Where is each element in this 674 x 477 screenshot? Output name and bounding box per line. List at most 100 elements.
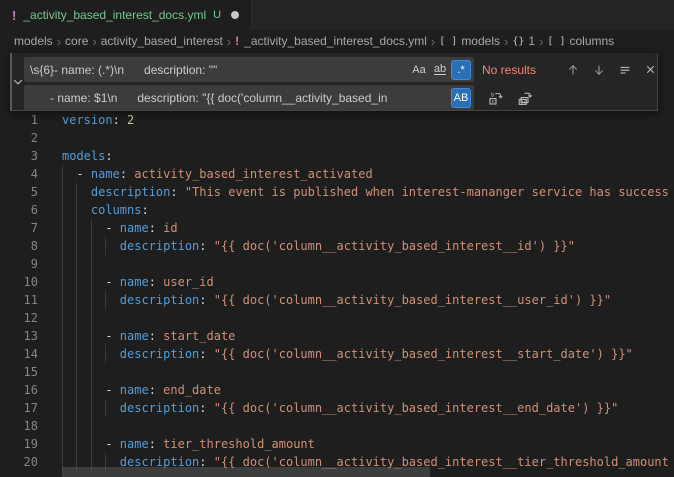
code-line[interactable]: 9	[0, 255, 674, 273]
line-number[interactable]: 11	[0, 291, 38, 309]
code-line[interactable]: 4 - name: activity_based_interest_activa…	[0, 165, 674, 183]
indent-guide	[76, 183, 77, 201]
breadcrumb-item-core[interactable]: core	[65, 34, 88, 48]
line-number[interactable]: 6	[0, 201, 38, 219]
code-line[interactable]: 5 description: "This event is published …	[0, 183, 674, 201]
code-text: models:	[62, 147, 113, 165]
replace-all-button[interactable]: ac	[513, 86, 536, 109]
next-match-button[interactable]	[587, 58, 610, 81]
code-text: - name: id	[62, 219, 178, 237]
toggle-replace-button[interactable]	[12, 53, 24, 110]
indent-guide	[62, 363, 63, 381]
code-line[interactable]: 19 - name: tier_threshold_amount	[0, 435, 674, 453]
line-number[interactable]: 5	[0, 183, 38, 201]
line-number[interactable]: 17	[0, 399, 38, 417]
preserve-case-button[interactable]: AB	[451, 88, 471, 108]
code-text: - name: activity_based_interest_activate…	[62, 165, 373, 183]
indent-guide	[62, 273, 63, 291]
breadcrumb-item-file[interactable]: ! _activity_based_interest_docs.yml	[235, 34, 427, 48]
previous-match-button[interactable]	[561, 58, 584, 81]
line-number[interactable]: 13	[0, 327, 38, 345]
indent-guide	[105, 345, 106, 363]
code-line[interactable]: 18	[0, 417, 674, 435]
code-line[interactable]: 12	[0, 309, 674, 327]
indent-guide	[91, 417, 92, 435]
unsaved-changes-dot-icon[interactable]	[231, 11, 239, 19]
line-number[interactable]: 19	[0, 435, 38, 453]
svg-text:b: b	[491, 92, 494, 98]
code-line[interactable]: 8 description: "{{ doc('column__activity…	[0, 237, 674, 255]
line-number[interactable]: 10	[0, 273, 38, 291]
code-line[interactable]: 15	[0, 363, 674, 381]
indent-guide	[62, 291, 63, 309]
code-line[interactable]: 14 description: "{{ doc('column__activit…	[0, 345, 674, 363]
breadcrumb: models › core › activity_based_interest …	[0, 30, 674, 52]
line-number[interactable]: 9	[0, 255, 38, 273]
code-line[interactable]: 7 - name: id	[0, 219, 674, 237]
indent-guide	[91, 327, 92, 345]
code-text: - name: tier_threshold_amount	[62, 435, 315, 453]
breadcrumb-item-folder[interactable]: activity_based_interest	[101, 34, 223, 48]
indent-guide	[76, 237, 77, 255]
indent-guide	[91, 237, 92, 255]
line-number[interactable]: 12	[0, 309, 38, 327]
tab-active-file[interactable]: ! _activity_based_interest_docs.yml U	[0, 0, 252, 30]
find-replace-widget: \s{6}- name: (.*)\n description: "" Aa a…	[10, 53, 658, 111]
line-number[interactable]: 18	[0, 417, 38, 435]
match-case-button[interactable]: Aa	[409, 60, 429, 80]
tab-filename: _activity_based_interest_docs.yml	[23, 8, 206, 22]
indent-guide	[105, 399, 106, 417]
symbol-array-icon: [ ]	[547, 36, 565, 47]
close-button[interactable]	[639, 58, 662, 81]
indent-guide	[76, 435, 77, 453]
breadcrumb-item-symbol-models[interactable]: [ ] models	[439, 34, 500, 48]
breadcrumb-item-symbol-columns[interactable]: [ ] columns	[547, 34, 614, 48]
indent-guide	[62, 327, 63, 345]
indent-guide	[76, 381, 77, 399]
indent-guide	[62, 381, 63, 399]
svg-text:ac: ac	[520, 100, 526, 105]
indent-guide	[62, 219, 63, 237]
indent-guide	[76, 291, 77, 309]
indent-guide	[76, 327, 77, 345]
indent-guide	[76, 345, 77, 363]
breadcrumb-item-models[interactable]: models	[14, 34, 53, 48]
indent-guide	[76, 273, 77, 291]
code-line[interactable]: 3 models:	[0, 147, 674, 165]
selection-lines-icon	[618, 63, 632, 77]
line-number[interactable]: 2	[0, 129, 38, 147]
replace-input[interactable]: - name: $1\n description: "{{ doc('colum…	[24, 85, 474, 110]
code-line[interactable]: 13 - name: start_date	[0, 327, 674, 345]
code-line[interactable]: 10 - name: user_id	[0, 273, 674, 291]
horizontal-scrollbar[interactable]	[62, 467, 430, 477]
indent-guide	[91, 273, 92, 291]
line-number[interactable]: 7	[0, 219, 38, 237]
yaml-file-icon: !	[12, 8, 16, 23]
line-number[interactable]: 16	[0, 381, 38, 399]
line-number[interactable]: 8	[0, 237, 38, 255]
use-regex-button[interactable]: .*	[451, 60, 471, 80]
code-line[interactable]: 11 description: "{{ doc('column__activit…	[0, 291, 674, 309]
indent-guide	[76, 399, 77, 417]
code-text: description: "{{ doc('column__activity_b…	[62, 399, 618, 417]
code-line[interactable]: 16 - name: end_date	[0, 381, 674, 399]
indent-guide	[105, 237, 106, 255]
breadcrumb-item-symbol-index[interactable]: {} 1	[512, 34, 535, 48]
line-number[interactable]: 1	[0, 111, 38, 129]
indent-guide	[91, 435, 92, 453]
whole-word-button[interactable]: ab	[430, 60, 450, 80]
code-line[interactable]: 17 description: "{{ doc('column__activit…	[0, 399, 674, 417]
find-in-selection-button[interactable]	[613, 58, 636, 81]
find-input[interactable]: \s{6}- name: (.*)\n description: "" Aa a…	[24, 57, 474, 82]
line-number[interactable]: 4	[0, 165, 38, 183]
line-number[interactable]: 20	[0, 453, 38, 471]
line-number[interactable]: 3	[0, 147, 38, 165]
line-number[interactable]: 15	[0, 363, 38, 381]
replace-button[interactable]: c b	[484, 86, 507, 109]
code-line[interactable]: 2	[0, 129, 674, 147]
code-line[interactable]: 1version: 2	[0, 111, 674, 129]
line-number[interactable]: 14	[0, 345, 38, 363]
replace-row: - name: $1\n description: "{{ doc('colum…	[24, 85, 662, 110]
code-line[interactable]: 6 columns:	[0, 201, 674, 219]
indent-guide	[91, 309, 92, 327]
